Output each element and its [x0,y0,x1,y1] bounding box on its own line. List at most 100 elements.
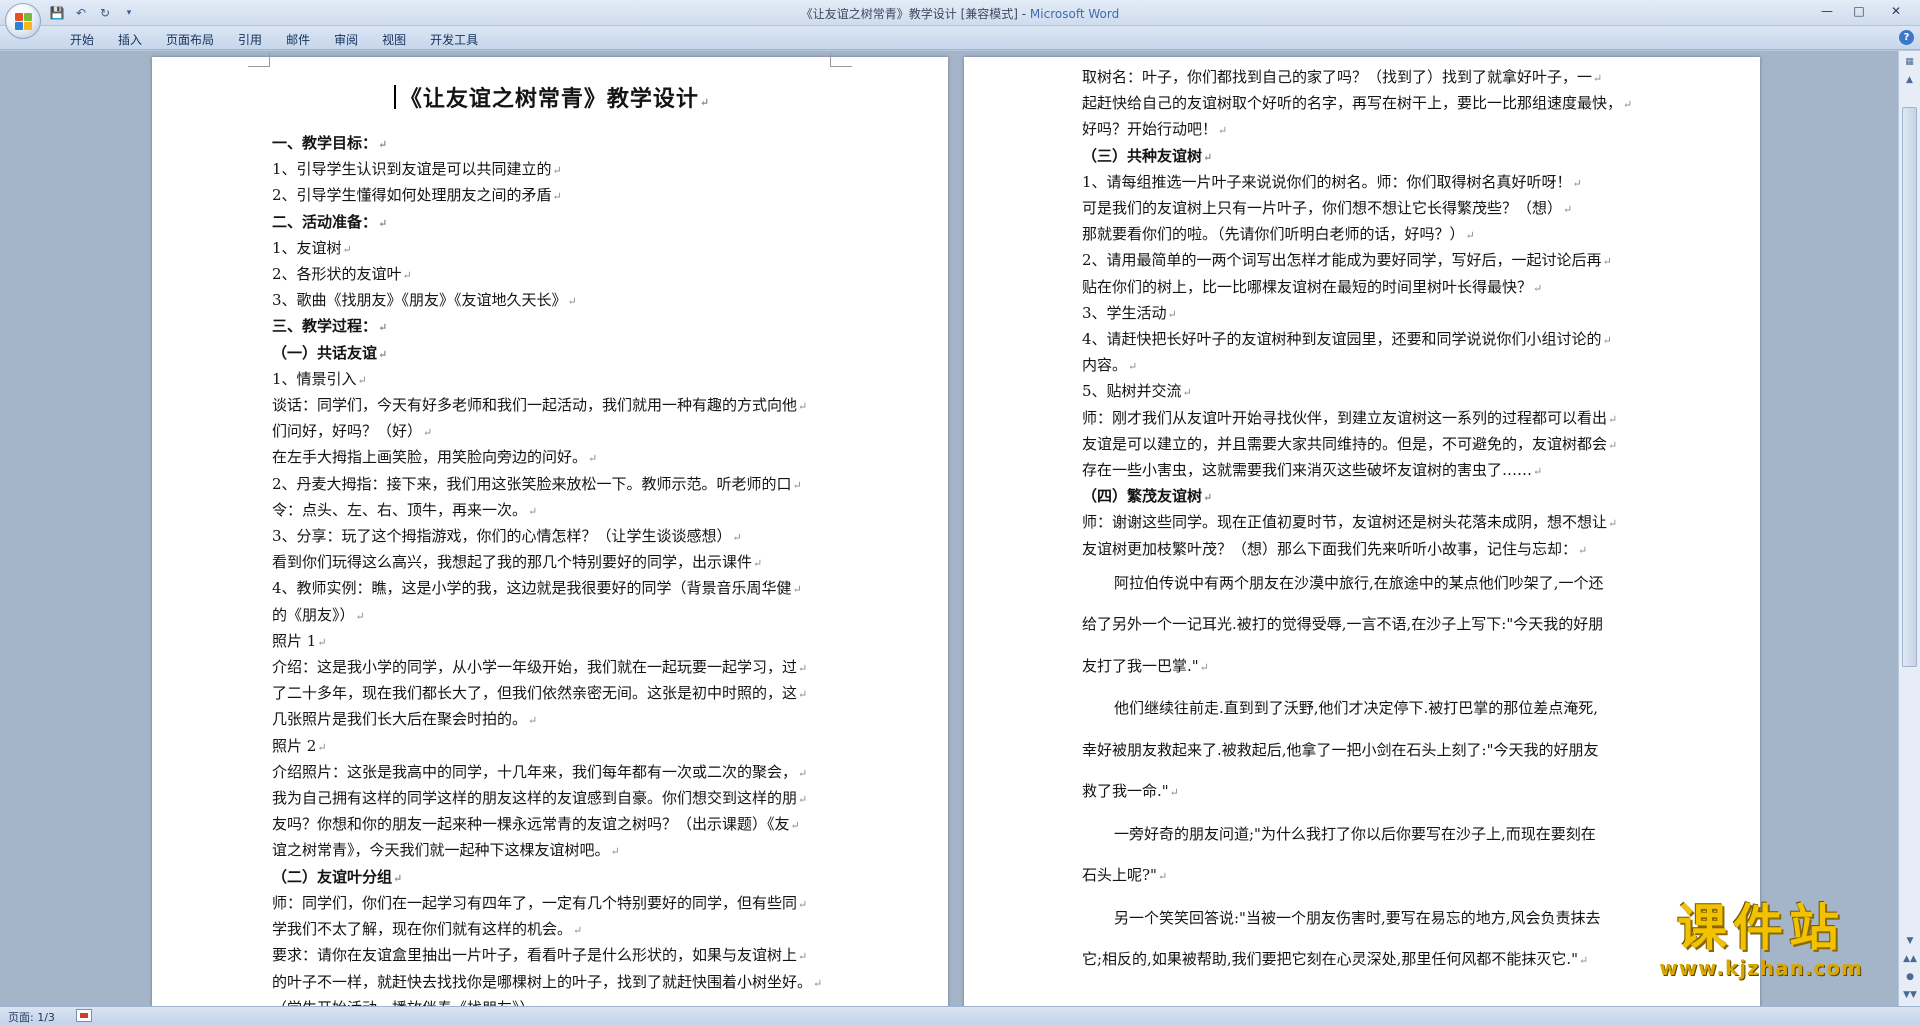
text-line: 可是我们的友谊树上只有一片叶子，你们想不想让它长得繁茂些？（想）↵ [1082,199,1573,218]
text-line: 存在一些小害虫，这就需要我们来消灭这些破坏友谊树的害虫了……↵ [1082,461,1543,480]
line-text: 介绍照片：这张是我高中的同学，十几年来，我们每年都有一次或二次的聚会， [272,762,798,781]
text-line: 3、分享：玩了这个拇指游戏，你们的心情怎样？（让学生谈谈感想）↵ [272,527,742,546]
text-line: 好吗？开始行动吧！↵ [1082,120,1228,139]
page-1-body: 《让友谊之树常青》教学设计↵ 一、教学目标：↵ 1、引导学生认识到友谊是可以共同建… [272,71,832,1006]
text-line: 起赶快给自己的友谊树取个好听的名字，再写在树干上，要比一比那组速度最快，↵ [1082,94,1633,113]
text-line: 介绍照片：这张是我高中的同学，十几年来，我们每年都有一次或二次的聚会，↵ [272,762,808,781]
previous-page-icon[interactable]: ▲▲ [1900,950,1920,968]
line-text: 3、学生活动 [1082,303,1167,322]
line-text: 照片 2 [272,736,317,755]
line-text: 三、教学过程： [272,317,378,336]
office-button[interactable] [5,3,41,39]
document-workspace: 《让友谊之树常青》教学设计↵ 一、教学目标：↵ 1、引导学生认识到友谊是可以共同建… [0,51,1898,1006]
window-controls: — □ ✕ [1812,1,1916,21]
next-page-icon[interactable]: ▼▼ [1900,986,1920,1004]
text-line: 2、请用最简单的一两个词写出怎样才能成为要好同学，写好后，一起讨论后再↵ [1082,251,1612,270]
line-text: 看到你们玩得这么高兴，我想起了我的那几个特别要好的同学，出示课件 [272,553,753,572]
line-text: 4、教师实例：瞧，这是小学的我，这边就是我很要好的同学（背景音乐周华健 [272,579,792,598]
text-line: 了二十多年，现在我们都长大了，但我们依然亲密无间。这张是初中时照的，这↵ [272,684,808,703]
text-line: 2、引导学生懂得如何处理朋友之间的矛盾↵ [272,186,562,205]
section-heading: （四）繁茂友谊树↵ [1082,487,1213,506]
text-line: 那就要看你们的啦。（先请你们听明白老师的话，好吗？）↵ [1082,225,1475,244]
office-logo-icon [15,13,33,31]
text-line: 谈话：同学们，今天有好多老师和我们一起活动，我们就用一种有趣的方式向他↵ [272,396,808,415]
scroll-up-icon[interactable]: ▲ [1900,71,1920,89]
watermark-logo: 课件站 www.kjzhan.com [1646,900,1876,980]
tab-home[interactable]: 开始 [58,30,106,50]
tab-references[interactable]: 引用 [226,30,274,50]
story-line: 友打了我一巴掌."↵ [1082,656,1209,675]
line-text: 3、歌曲《找朋友》《朋友》《友谊地久天长》 [272,291,567,310]
scroll-bottom-controls: ▼ ▲▲ ● ▼▼ [1900,932,1920,1004]
ruler-toggle-icon[interactable]: ▦ [1900,53,1920,71]
document-page-2[interactable]: 取树名：叶子，你们都找到自己的家了吗？（找到了）找到了就拿好叶子，一↵ 起赶快给自… [964,57,1760,1006]
text-line: 友吗？你想和你的朋友一起来种一棵永远常青的友谊之树吗？（出示课题）《友↵ [272,815,800,834]
text-line: 内容。↵ [1082,356,1138,375]
text-line: 令：点头、左、右、顶牛，再来一次。↵ [272,500,538,519]
tab-mailings[interactable]: 邮件 [274,30,322,50]
line-text: （二）友谊叶分组 [272,867,393,886]
tab-developer[interactable]: 开发工具 [418,30,490,50]
tab-review[interactable]: 审阅 [322,30,370,50]
watermark-title: 课件站 [1677,899,1845,957]
tab-insert[interactable]: 插入 [106,30,154,50]
maximize-icon[interactable]: □ [1844,1,1874,21]
line-text: 1、请每组推选一片叶子来说说你们的树名。师：你们取得树名真好听呀！ [1082,172,1572,191]
text-line: 2、丹麦大拇指：接下来，我们用这张笑脸来放松一下。教师示范。听老师的口↵ [272,474,802,493]
story-line-text: 友打了我一巴掌." [1082,656,1199,675]
crop-mark [830,53,852,67]
text-line: 4、请赶快把长好叶子的友谊树种到友谊园里，还要和同学说说你们小组讨论的↵ [1082,330,1612,349]
line-text: 谈话：同学们，今天有好多老师和我们一起活动，我们就用一种有趣的方式向他 [272,396,798,415]
story-line-text: 他们继续往前走.直到到了沃野,他们才决定停下.被打巴掌的那位差点淹死, [1114,699,1599,718]
ribbon: 开始 插入 页面布局 引用 邮件 审阅 视图 开发工具 ? [0,26,1920,50]
help-icon[interactable]: ? [1899,30,1914,45]
line-text: 起赶快给自己的友谊树取个好听的名字，再写在树干上，要比一比那组速度最快， [1082,94,1623,113]
story-line: 一旁好奇的朋友问道;"为什么我打了你以后你要写在沙子上,而现在要刻在 [1082,814,1642,856]
text-line: 照片 2↵ [272,736,327,755]
story-line: 给了另外一个一记耳光.被打的觉得受辱,一言不语,在沙子上写下:"今天我的好朋 [1082,604,1642,646]
text-line: 的《朋友》）↵ [272,605,365,624]
page-2-body: 取树名：叶子，你们都找到自己的家了吗？（找到了）找到了就拿好叶子，一↵ 起赶快给自… [1082,65,1642,982]
story-line-text: 石头上呢?" [1082,866,1157,885]
scroll-down-icon[interactable]: ▼ [1900,932,1920,950]
text-line: 4、教师实例：瞧，这是小学的我，这边就是我很要好的同学（背景音乐周华健↵ [272,579,802,598]
line-text: 那就要看你们的啦。（先请你们听明白老师的话，好吗？） [1082,225,1465,244]
scroll-thumb[interactable] [1902,107,1917,667]
line-text: 好吗？开始行动吧！ [1082,120,1218,139]
page-1-lines: 一、教学目标：↵ 1、引导学生认识到友谊是可以共同建立的↵ 2、引导学生懂得如何处理… [272,131,832,1006]
text-line: 要求：请你在友谊盒里抽出一片叶子，看看叶子是什么形状的，如果与友谊树上↵ [272,946,808,965]
text-line: 们问好，好吗？（好）↵ [272,422,433,441]
section-heading: 三、教学过程：↵ [272,317,388,336]
story-line: 另一个笑笑回答说:"当被一个朋友伤害时,要写在易忘的地方,风会负责抹去 [1082,898,1642,940]
line-text: 几张照片是我们长大后在聚会时拍的。 [272,710,528,729]
text-line: 照片 1↵ [272,631,327,650]
line-text: 的叶子不一样，就赶快去找找你是哪棵树上的叶子，找到了就赶快围着小树坐好。 [272,972,813,991]
story-line: 幸好被朋友救起来了.被救起后,他拿了一把小剑在石头上刻了:"今天我的好朋友 [1082,730,1642,772]
line-text: 友谊树更加枝繁叶茂？（想）那么下面我们先来听听小故事，记住与忘却： [1082,539,1578,558]
section-heading: （三）共种友谊树↵ [1082,146,1213,165]
proofing-icon[interactable] [76,1009,92,1022]
line-text: （四）繁茂友谊树 [1082,487,1203,506]
text-line: 1、情景引入↵ [272,369,367,388]
page-count[interactable]: 页面: 1/3 [8,1009,55,1025]
close-icon[interactable]: ✕ [1876,1,1916,21]
vertical-scrollbar[interactable]: ▦ ▲ ▼ ▲▲ ● ▼▼ [1898,51,1920,1006]
line-text: 2、各形状的友谊叶 [272,265,402,284]
line-text: 师：谢谢这些同学。现在正值初夏时节，友谊树还是树头花落未成阴，想不想让 [1082,513,1608,532]
line-text: 令：点头、左、右、顶牛，再来一次。 [272,500,528,519]
minimize-icon[interactable]: — [1812,1,1842,21]
crop-mark [248,53,270,67]
line-text: 贴在你们的树上，比一比哪棵友谊树在最短的时间里树叶长得最快？ [1082,277,1533,296]
line-text: 要求：请你在友谊盒里抽出一片叶子，看看叶子是什么形状的，如果与友谊树上 [272,946,798,965]
line-text: 谊之树常青》，今天我们就一起种下这棵友谊树吧。 [272,841,610,860]
browse-object-icon[interactable]: ● [1900,968,1920,986]
text-line: 2、各形状的友谊叶↵ [272,265,412,284]
story-line-text: 阿拉伯传说中有两个朋友在沙漠中旅行,在旅途中的某点他们吵架了,一个还 [1114,573,1604,592]
tab-page-layout[interactable]: 页面布局 [154,30,226,50]
document-page-1[interactable]: 《让友谊之树常青》教学设计↵ 一、教学目标：↵ 1、引导学生认识到友谊是可以共同建… [152,53,948,1006]
tab-view[interactable]: 视图 [370,30,418,50]
story-line-text: 救了我一命." [1082,782,1169,801]
text-line: 友谊是可以建立的，并且需要大家共同维持的。但是，不可避免的，友谊树都会↵ [1082,434,1618,453]
story-line-text: 给了另外一个一记耳光.被打的觉得受辱,一言不语,在沙子上写下:"今天我的好朋 [1082,615,1604,634]
line-text: （学生开始活动，播放伴奏《找朋友》） [272,999,535,1006]
